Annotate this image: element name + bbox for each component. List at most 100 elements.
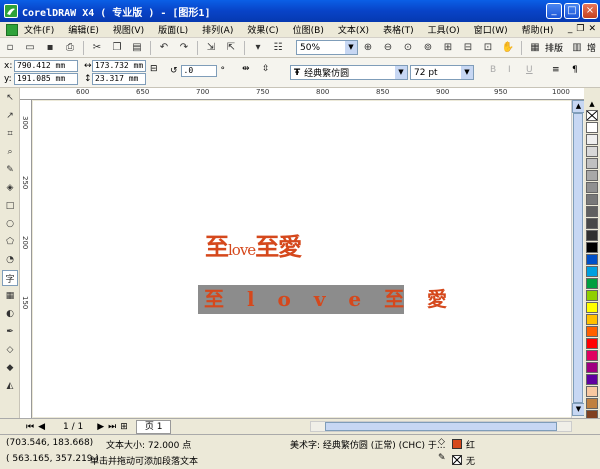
color-swatch[interactable] — [586, 326, 598, 337]
zoom-tool-icon[interactable]: ⌕ — [2, 144, 18, 160]
save-icon[interactable]: ▪ — [42, 40, 58, 56]
menu-arrange[interactable]: 排列(A) — [202, 23, 233, 36]
color-swatch[interactable] — [586, 158, 598, 169]
color-swatch[interactable] — [586, 218, 598, 229]
text-tool-icon[interactable]: 字 — [2, 270, 18, 286]
zoom-all-icon[interactable]: ⊚ — [420, 40, 436, 56]
eyedropper-icon[interactable]: ✒ — [2, 324, 18, 340]
menu-layout[interactable]: 版面(L) — [158, 23, 188, 36]
color-swatch[interactable] — [586, 278, 598, 289]
layout-icon[interactable]: ▦ — [527, 40, 543, 56]
welcome-screen-icon[interactable]: ☷ — [270, 40, 286, 56]
cut-icon[interactable]: ✂ — [89, 40, 105, 56]
pan-icon[interactable]: ✋ — [500, 40, 516, 56]
format-text-icon[interactable]: ¶ — [572, 65, 578, 75]
application-launcher-icon[interactable]: ▾ — [250, 40, 266, 56]
menu-view[interactable]: 视图(V) — [113, 23, 144, 36]
smart-fill-icon[interactable]: ◈ — [2, 180, 18, 196]
color-swatch[interactable] — [586, 290, 598, 301]
color-swatch[interactable] — [586, 398, 598, 409]
export-icon[interactable]: ⇱ — [223, 40, 239, 56]
color-swatch[interactable] — [586, 350, 598, 361]
color-swatch[interactable] — [586, 206, 598, 217]
color-swatch[interactable] — [586, 374, 598, 385]
vertical-ruler[interactable]: 300 250 200 150 — [20, 100, 32, 418]
last-page-icon[interactable]: ⏭ — [108, 422, 116, 432]
zoom-in-icon[interactable]: ⊕ — [360, 40, 376, 56]
minimize-button[interactable]: _ — [546, 3, 562, 19]
print-icon[interactable]: ⎙ — [62, 40, 78, 56]
maximize-button[interactable]: □ — [564, 3, 580, 19]
artistic-text-1[interactable]: 至love至愛 — [205, 227, 302, 262]
crop-tool-icon[interactable]: ⌗ — [2, 126, 18, 142]
page-tab[interactable]: 页 1 — [135, 419, 172, 434]
color-swatch[interactable] — [586, 122, 598, 133]
first-page-icon[interactable]: ⏮ — [26, 422, 34, 432]
basic-shapes-icon[interactable]: ◔ — [2, 252, 18, 268]
font-size-combo[interactable]: 72 pt ▼ — [410, 65, 474, 80]
color-swatch[interactable] — [586, 302, 598, 313]
artistic-text-2-selected[interactable]: 至 l o v e 至 愛 — [198, 285, 447, 314]
menu-file[interactable]: 文件(F) — [24, 23, 54, 36]
no-color-swatch[interactable] — [586, 110, 598, 121]
zoom-height-icon[interactable]: ⊡ — [480, 40, 496, 56]
outline-color-swatch[interactable] — [452, 455, 462, 465]
color-swatch[interactable] — [586, 134, 598, 145]
paste-icon[interactable]: ▤ — [129, 40, 145, 56]
italic-icon[interactable]: I — [508, 65, 511, 75]
outline-tool-icon[interactable]: ◇ — [2, 342, 18, 358]
color-swatch[interactable] — [586, 314, 598, 325]
height-field[interactable]: 23.317 mm — [92, 73, 146, 85]
polygon-tool-icon[interactable]: ⬠ — [2, 234, 18, 250]
width-field[interactable]: 173.732 mm — [92, 60, 146, 72]
scrollbar-thumb[interactable] — [573, 113, 583, 403]
horizontal-ruler[interactable]: 600 650 700 750 800 850 900 950 1000 — [20, 88, 584, 100]
drawing-canvas[interactable]: 至love至愛 至 l o v e 至 愛 — [33, 101, 571, 417]
close-button[interactable]: × — [582, 3, 598, 19]
layout-label[interactable]: 排版 — [545, 41, 563, 54]
fill-tool-icon[interactable]: ◆ — [2, 360, 18, 376]
palette-scroll-up-icon[interactable]: ▲ — [584, 100, 600, 110]
y-position-field[interactable]: 191.085 mm — [14, 73, 78, 85]
font-list-combo[interactable]: Ŧ 经典繁仿圆 ▼ — [290, 65, 408, 80]
underline-icon[interactable]: U — [526, 65, 533, 75]
menu-tools[interactable]: 工具(O) — [428, 23, 460, 36]
next-page-icon[interactable]: ▶ — [97, 422, 104, 432]
zoom-width-icon[interactable]: ⊟ — [460, 40, 476, 56]
color-swatch[interactable] — [586, 338, 598, 349]
extra-label[interactable]: 增 — [587, 41, 596, 54]
zoom-combo[interactable]: 50% ▼ — [296, 40, 358, 55]
menu-edit[interactable]: 编辑(E) — [68, 23, 99, 36]
mdi-restore-icon[interactable]: ❐ — [576, 24, 584, 34]
menu-window[interactable]: 窗口(W) — [474, 23, 508, 36]
align-icon[interactable]: ≡ — [552, 65, 560, 75]
document-icon[interactable] — [6, 23, 18, 36]
table-tool-icon[interactable]: ▦ — [2, 288, 18, 304]
menu-text[interactable]: 文本(X) — [338, 23, 369, 36]
scrollbar-thumb[interactable] — [325, 422, 557, 431]
bold-icon[interactable]: B — [490, 65, 496, 75]
color-swatch[interactable] — [586, 170, 598, 181]
rotation-field[interactable]: .0 — [180, 65, 217, 77]
color-swatch[interactable] — [586, 182, 598, 193]
mdi-close-icon[interactable]: ✕ — [588, 24, 596, 34]
color-swatch[interactable] — [586, 242, 598, 253]
freehand-tool-icon[interactable]: ✎ — [2, 162, 18, 178]
fill-color-swatch[interactable] — [452, 439, 462, 449]
interactive-fill-icon[interactable]: ◭ — [2, 378, 18, 394]
undo-icon[interactable]: ↶ — [156, 40, 172, 56]
mirror-horizontal-icon[interactable]: ⇹ — [242, 64, 250, 74]
x-position-field[interactable]: 790.412 mm — [14, 60, 78, 72]
shape-tool-icon[interactable]: ↗ — [2, 108, 18, 124]
color-swatch[interactable] — [586, 362, 598, 373]
menu-table[interactable]: 表格(T) — [383, 23, 414, 36]
rectangle-tool-icon[interactable]: □ — [2, 198, 18, 214]
add-page-icon[interactable]: ⊞ — [120, 422, 128, 432]
zoom-page-icon[interactable]: ⊞ — [440, 40, 456, 56]
copy-icon[interactable]: ❐ — [109, 40, 125, 56]
lock-ratio-icon[interactable]: ⊟ — [150, 64, 162, 74]
color-swatch[interactable] — [586, 194, 598, 205]
ellipse-tool-icon[interactable]: ○ — [2, 216, 18, 232]
zoom-selected-icon[interactable]: ⊙ — [400, 40, 416, 56]
open-folder-icon[interactable]: ▭ — [22, 40, 38, 56]
